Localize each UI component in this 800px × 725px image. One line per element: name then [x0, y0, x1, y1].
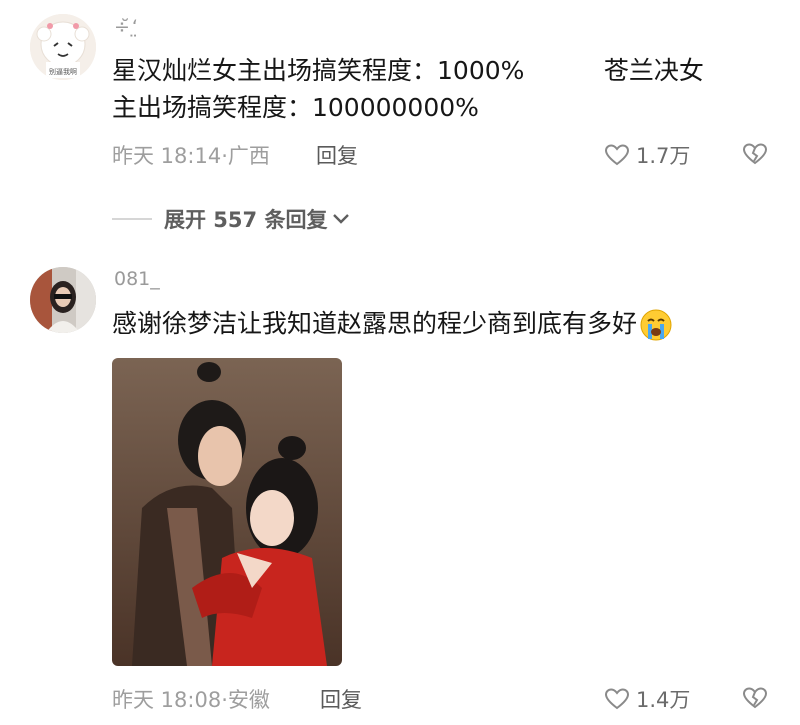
girl-photo-avatar-icon — [30, 267, 96, 333]
crying-face-emoji-icon — [640, 309, 672, 341]
like-button[interactable]: 1.7万 — [604, 140, 690, 170]
reply-button[interactable]: 回复 — [316, 140, 358, 170]
chevron-down-icon — [333, 214, 350, 224]
comment-line-2: 主出场搞笑程度：100000000% — [112, 93, 479, 122]
comment-timestamp-location: 昨天 18:14·广西 — [112, 144, 270, 168]
heart-outline-icon — [604, 688, 630, 710]
comment-line-1: 星汉灿烂女主出场搞笑程度：1000% 苍兰决女 — [112, 56, 704, 85]
like-count: 1.7万 — [636, 144, 691, 168]
username[interactable]: ÷̆‘̤ — [114, 16, 140, 38]
broken-heart-icon — [742, 687, 768, 709]
comment-text: 星汉灿烂女主出场搞笑程度：1000% 苍兰决女 主出场搞笑程度：10000000… — [112, 52, 772, 126]
dislike-button[interactable] — [742, 686, 768, 710]
like-count: 1.4万 — [636, 688, 691, 712]
expand-replies-button[interactable]: 展开 557 条回复 — [112, 204, 350, 234]
drama-still-image — [112, 358, 342, 666]
comment-image[interactable] — [112, 358, 342, 666]
comment-timestamp-location: 昨天 18:08·安徽 — [112, 688, 270, 712]
heart-outline-icon — [604, 144, 630, 166]
broken-heart-icon — [742, 143, 768, 165]
expand-divider — [112, 218, 152, 220]
comment-text: 感谢徐梦洁让我知道赵露思的程少商到底有多好 — [112, 305, 772, 342]
reply-button[interactable]: 回复 — [320, 684, 362, 714]
avatar[interactable]: 别逼我啊 — [30, 14, 96, 80]
avatar[interactable] — [30, 267, 96, 333]
username[interactable]: 081_ — [114, 268, 160, 290]
expand-replies-label: 展开 557 条回复 — [164, 208, 328, 232]
like-button[interactable]: 1.4万 — [604, 684, 690, 714]
sheep-avatar-icon: 别逼我啊 — [30, 14, 96, 80]
dislike-button[interactable] — [742, 142, 768, 166]
svg-text:别逼我啊: 别逼我啊 — [49, 67, 77, 76]
comment-body: 感谢徐梦洁让我知道赵露思的程少商到底有多好 — [112, 309, 638, 338]
